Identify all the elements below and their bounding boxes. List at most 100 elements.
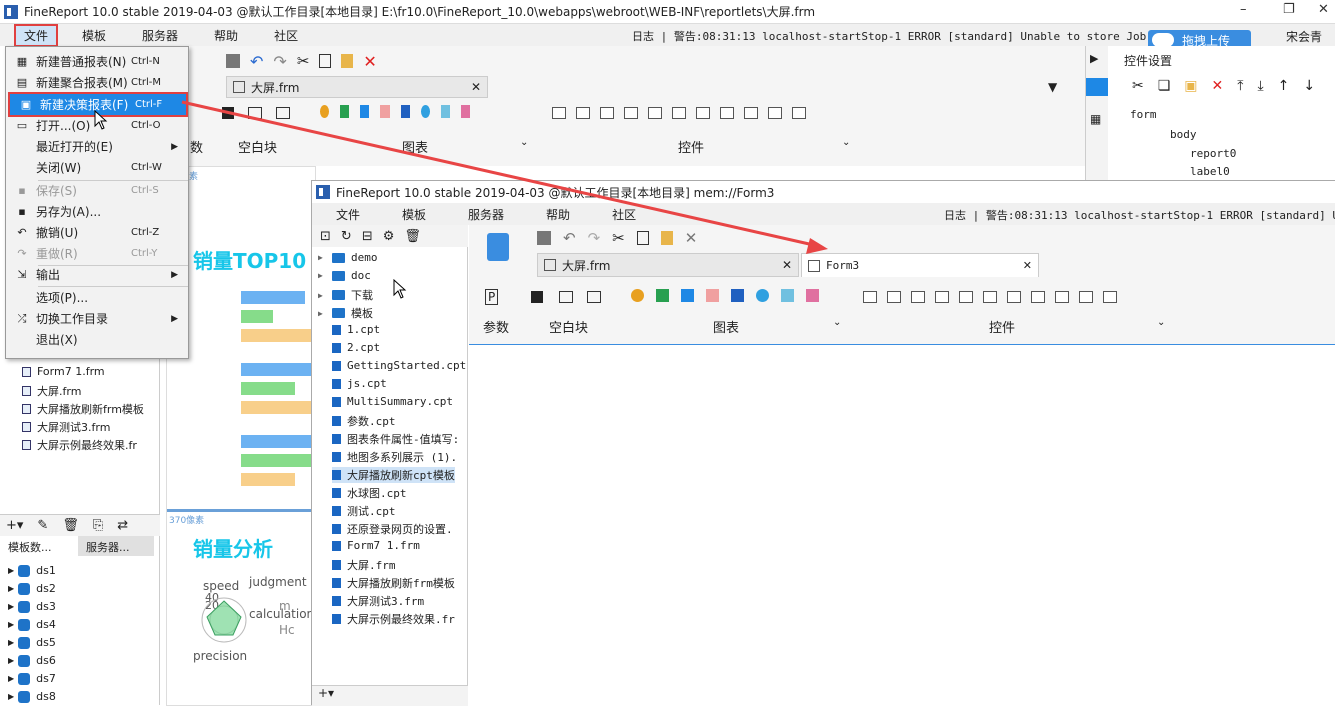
new-folder-icon[interactable]: ⊡: [320, 229, 331, 244]
menu-file[interactable]: 文件: [14, 23, 59, 47]
report-tree-node[interactable]: report0: [1190, 147, 1236, 160]
textarea-icon[interactable]: [720, 107, 734, 119]
trash-icon[interactable]: 🗑: [62, 518, 79, 533]
copy-icon[interactable]: ❏: [1158, 78, 1171, 94]
tree-file[interactable]: 大屏测试3.frm: [332, 593, 424, 609]
tab-dashboard[interactable]: 大屏.frm ✕: [537, 253, 799, 277]
delete-icon[interactable]: ✕: [1212, 78, 1224, 94]
dataset-item[interactable]: ▶ ds8: [8, 690, 56, 703]
add-icon[interactable]: +▾: [6, 518, 23, 533]
copy-icon[interactable]: [636, 231, 649, 245]
font-label[interactable]: 宋会青: [1286, 28, 1322, 45]
second-design-canvas[interactable]: [477, 348, 1335, 706]
tree-file[interactable]: MultiSummary.cpt: [332, 395, 453, 408]
dataset-item[interactable]: ▶ ds3: [8, 600, 56, 613]
textarea-icon[interactable]: [1031, 291, 1045, 303]
menu-item-new-aggregate[interactable]: ▤ 新建聚合报表(M) Ctrl-M: [6, 72, 190, 93]
tree-item[interactable]: 大屏测试3.frm: [22, 419, 110, 435]
move-down-icon[interactable]: ↓: [1303, 78, 1315, 94]
pie-chart-icon[interactable]: [631, 289, 644, 302]
menu-help[interactable]: 帮助: [196, 27, 256, 44]
number-icon[interactable]: [1007, 291, 1021, 303]
menu-item-redo[interactable]: ↷ 重做(R) Ctrl-Y: [6, 243, 190, 264]
table-icon[interactable]: [587, 291, 601, 303]
table-icon[interactable]: [276, 107, 290, 119]
hbar-chart-icon[interactable]: [681, 289, 694, 302]
move-bottom-icon[interactable]: ⤓: [1257, 78, 1263, 94]
scatter-chart-icon[interactable]: [806, 289, 819, 302]
dropdown-icon[interactable]: ▼: [1048, 80, 1057, 94]
tree-file[interactable]: js.cpt: [332, 377, 387, 390]
expand-arrow-icon[interactable]: ▶: [318, 291, 323, 300]
tree-file[interactable]: 大屏.frm: [332, 557, 396, 573]
menu-community[interactable]: 社区: [256, 27, 316, 44]
tree-file[interactable]: 地图多系列展示 (1).: [332, 449, 457, 465]
refresh-icon[interactable]: ↻: [341, 229, 352, 244]
menu-item-options[interactable]: 选项(P)...: [6, 287, 190, 308]
add-icon[interactable]: +▾: [318, 686, 334, 700]
undo-icon[interactable]: ↶: [250, 52, 263, 71]
list-icon[interactable]: [648, 107, 662, 119]
tree-folder[interactable]: ▶ doc: [318, 269, 371, 282]
locate-icon[interactable]: ⊟: [362, 229, 373, 244]
combobox-icon[interactable]: [624, 107, 638, 119]
second-log-line[interactable]: 日志 | 警告:08:31:13 localhost-startStop-1 E…: [944, 207, 1335, 223]
menu-template[interactable]: 模板: [378, 206, 444, 223]
move-up-icon[interactable]: ↑: [1278, 78, 1290, 94]
cut-icon[interactable]: ✂: [612, 229, 625, 247]
layout-icon[interactable]: [248, 107, 262, 119]
tree-file[interactable]: 还原登录网页的设置.: [332, 521, 453, 537]
delete-icon[interactable]: ✕: [685, 229, 698, 247]
tab-close-icon[interactable]: ✕: [782, 258, 792, 272]
paste-icon[interactable]: [341, 54, 354, 68]
dataset-item[interactable]: ▶ ds5: [8, 636, 56, 649]
redo-icon[interactable]: ↷: [273, 52, 286, 71]
date-icon[interactable]: [983, 291, 997, 303]
dataset-item[interactable]: ▶ ds4: [8, 618, 56, 631]
radar-chart-icon[interactable]: [781, 289, 794, 302]
tree-file[interactable]: 水球图.cpt: [332, 485, 407, 501]
chevron-down-icon[interactable]: ⌄: [842, 137, 850, 148]
list-icon[interactable]: [959, 291, 973, 303]
form-tree-node[interactable]: form: [1130, 108, 1157, 121]
tree-file[interactable]: Form7 1.frm: [332, 539, 420, 552]
tree-file[interactable]: 2.cpt: [332, 341, 380, 354]
expand-arrow-icon[interactable]: ▶: [318, 271, 323, 280]
undo-icon[interactable]: ↶: [563, 229, 576, 247]
layout-icon[interactable]: [559, 291, 573, 303]
expand-arrow-icon[interactable]: ▶: [318, 253, 323, 262]
replace-icon[interactable]: ⇄: [117, 518, 128, 533]
menu-help[interactable]: 帮助: [522, 206, 588, 223]
chevron-down-icon[interactable]: ⌄: [833, 317, 841, 328]
gauge-chart-icon[interactable]: [420, 105, 430, 118]
main-tab-dashboard[interactable]: 大屏.frm ✕: [226, 76, 488, 98]
tree-file[interactable]: GettingStarted.cpt: [332, 359, 466, 372]
tree-file[interactable]: 图表条件属性-值填写:: [332, 431, 459, 447]
menu-community[interactable]: 社区: [588, 206, 654, 223]
block-icon[interactable]: [531, 291, 543, 303]
tree-item[interactable]: 大屏播放刷新frm模板: [22, 401, 144, 417]
pie-chart-icon[interactable]: [320, 105, 330, 118]
cut-icon[interactable]: ✂: [1132, 78, 1144, 94]
hbar-chart-icon[interactable]: [360, 105, 370, 118]
delete-icon[interactable]: ✕: [363, 52, 376, 71]
menu-item-undo[interactable]: ↶ 撤销(U) Ctrl-Z: [6, 222, 190, 243]
menu-server[interactable]: 服务器: [124, 27, 196, 44]
tree-item[interactable]: 大屏示例最终效果.fr: [22, 437, 137, 453]
cut-icon[interactable]: ✂: [297, 52, 310, 70]
button-icon[interactable]: [911, 291, 925, 303]
menu-template[interactable]: 模板: [58, 27, 124, 44]
preview-icon[interactable]: ⎘: [93, 518, 103, 533]
tab-close-icon[interactable]: ✕: [471, 80, 481, 94]
textbox-icon[interactable]: [863, 291, 877, 303]
menu-item-save[interactable]: ▪ 保存(S) Ctrl-S: [6, 180, 190, 201]
label-icon[interactable]: [887, 291, 901, 303]
scatter-chart-icon[interactable]: [460, 105, 470, 118]
textbox-icon[interactable]: [552, 107, 566, 119]
edit-icon[interactable]: ✎: [37, 518, 48, 533]
menu-item-exit[interactable]: 退出(X): [6, 329, 190, 350]
tab-close-icon[interactable]: ✕: [1023, 259, 1032, 272]
gauge-chart-icon[interactable]: [756, 289, 769, 302]
expand-arrow-icon[interactable]: ▶: [318, 309, 323, 318]
tree-folder[interactable]: ▶ 下载: [318, 287, 373, 303]
